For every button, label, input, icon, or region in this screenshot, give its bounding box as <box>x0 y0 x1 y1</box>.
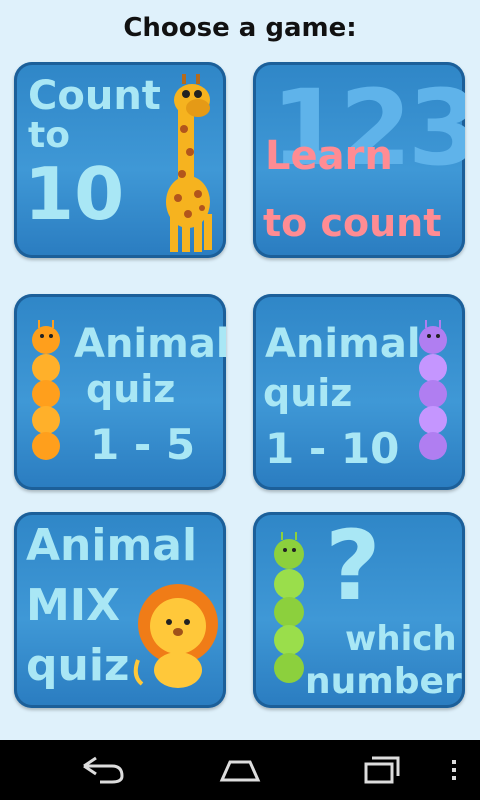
card-label-line2: number <box>305 661 462 702</box>
card-label-line1: Count <box>28 73 161 119</box>
home-button[interactable] <box>200 750 280 790</box>
caterpillar-icon <box>419 320 447 460</box>
card-label-line1: Animal <box>26 520 198 571</box>
menu-button[interactable] <box>440 750 470 790</box>
card-label-line3: 1 - 10 <box>265 424 400 473</box>
recent-apps-button[interactable] <box>346 750 426 790</box>
animal-quiz-1-5-button[interactable]: Animal quiz 1 - 5 <box>14 294 226 490</box>
navigation-bar <box>0 740 480 800</box>
animal-quiz-1-10-button[interactable]: Animal quiz 1 - 10 <box>253 294 465 490</box>
card-label-line2: to <box>28 115 70 156</box>
card-label-line3: 10 <box>24 152 125 236</box>
card-label-line2: quiz <box>86 367 176 411</box>
question-mark-symbol: ? <box>325 512 381 622</box>
count-to-10-button[interactable]: Count to 10 <box>14 62 226 258</box>
lion-icon <box>133 584 218 688</box>
card-label-line2: MIX <box>26 580 121 631</box>
back-button[interactable] <box>60 750 140 790</box>
animal-mix-quiz-button[interactable]: Animal MIX quiz <box>14 512 226 708</box>
page-title: Choose a game: <box>123 13 357 43</box>
caterpillar-icon <box>32 320 60 460</box>
learn-to-count-button[interactable]: 123 Learn to count <box>253 62 465 258</box>
giraffe-icon <box>166 74 212 252</box>
card-label-line1: which <box>345 619 457 659</box>
card-label-line3: quiz <box>26 640 130 691</box>
back-icon <box>83 756 124 784</box>
recent-apps-icon <box>364 756 400 784</box>
which-number-button[interactable]: ? which number <box>253 512 465 708</box>
card-label-line3: 1 - 5 <box>90 420 196 469</box>
card-label-line2: to count <box>263 201 442 245</box>
card-label-line2: quiz <box>263 371 353 415</box>
home-icon <box>219 760 261 782</box>
card-label-line1: Animal <box>74 321 226 367</box>
card-label-line1: Learn <box>265 133 393 179</box>
card-label-line1: Animal <box>265 321 421 367</box>
menu-icon <box>452 760 456 780</box>
